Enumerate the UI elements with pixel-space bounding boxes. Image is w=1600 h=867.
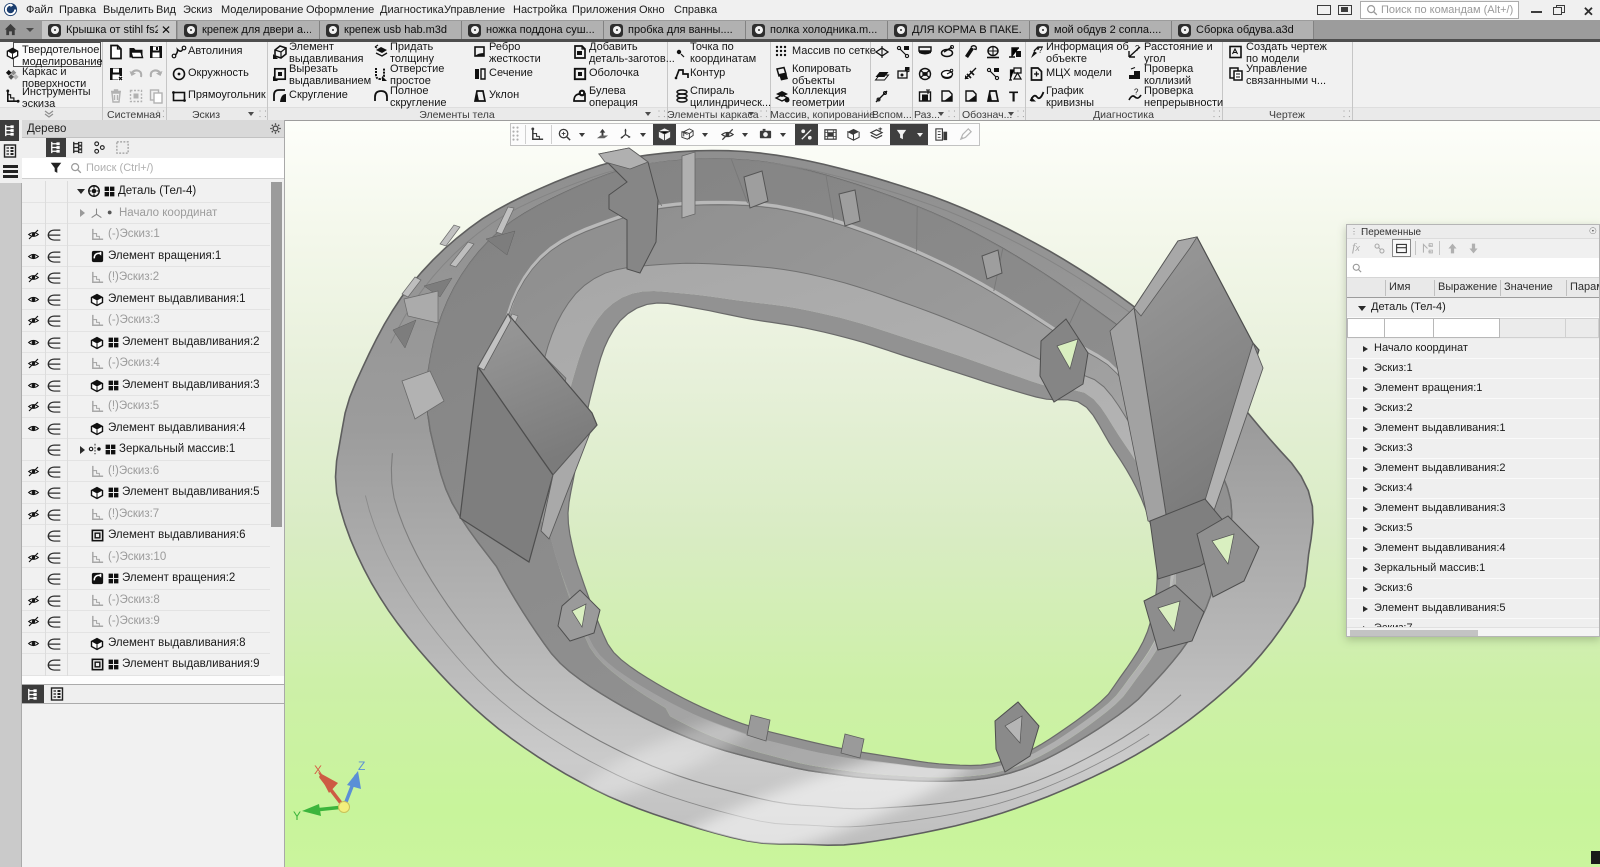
- svg-text:Z: Z: [358, 759, 365, 773]
- svg-text:Y: Y: [293, 809, 301, 823]
- svg-text:X: X: [314, 763, 322, 777]
